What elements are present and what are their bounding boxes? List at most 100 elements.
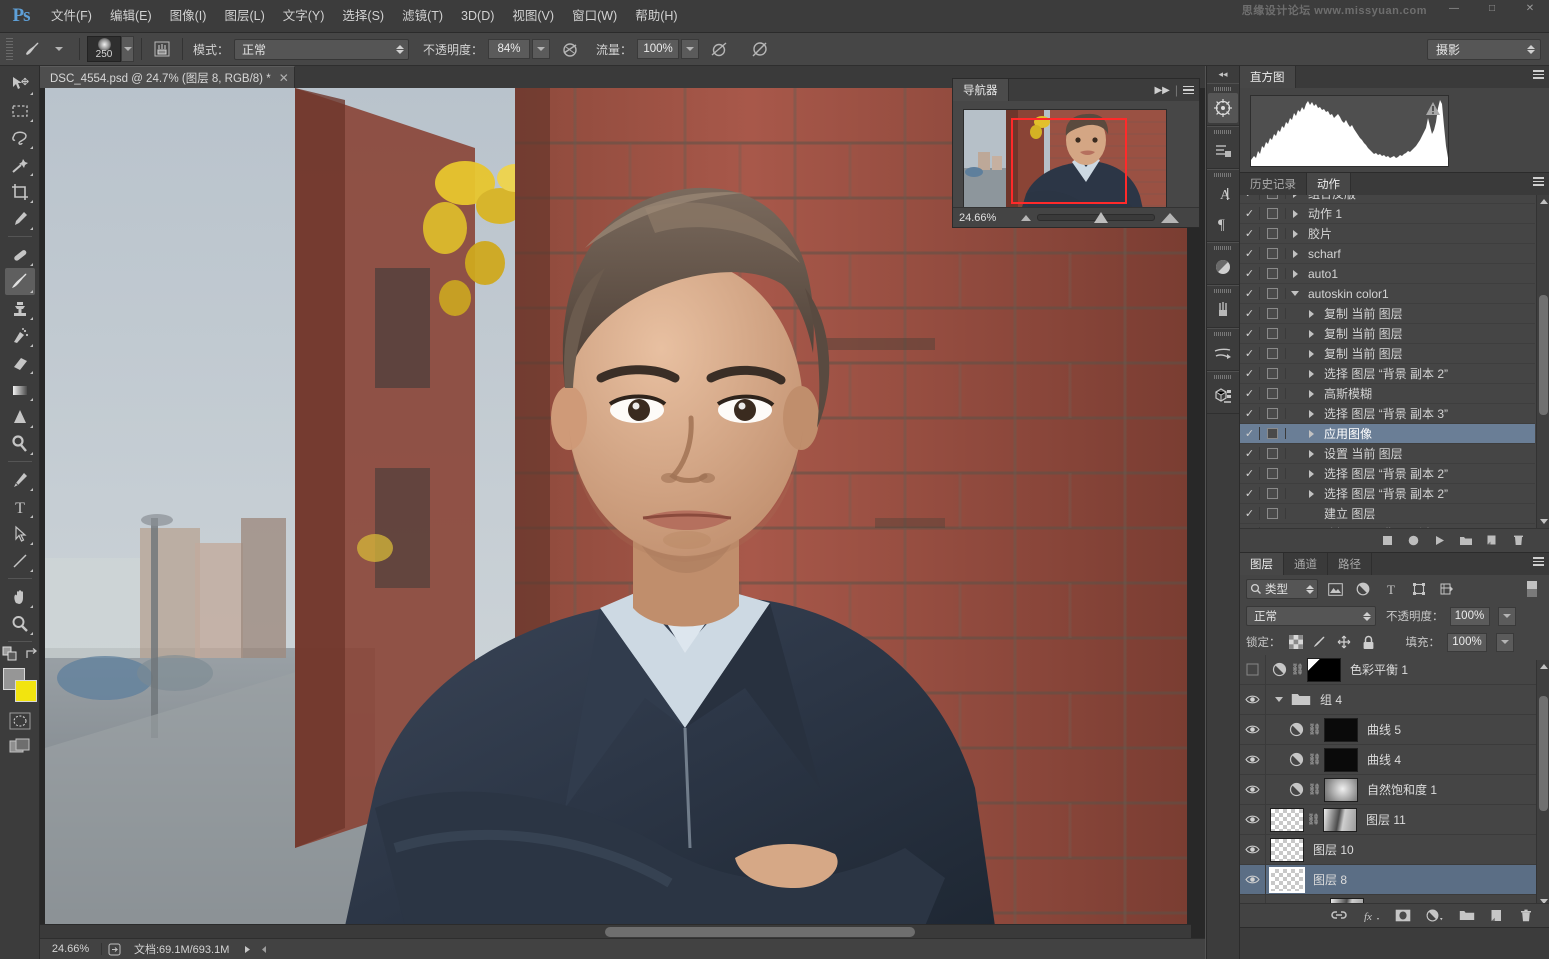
layer-fill-slider-toggle[interactable] [1496, 633, 1514, 652]
layer-mask-thumbnail[interactable] [1323, 808, 1357, 832]
collapse-icon[interactable]: ▶▶ [1154, 85, 1169, 96]
panel-menu-icon[interactable] [1183, 86, 1194, 95]
action-toggle-icon[interactable]: ✓ [1240, 447, 1260, 460]
layer-thumbnail[interactable] [1270, 838, 1304, 862]
scrollbar-thumb[interactable] [1539, 696, 1548, 811]
layer-blend-mode-select[interactable]: 正常 [1246, 606, 1376, 626]
stop-button[interactable] [1381, 534, 1394, 547]
menu-item-1[interactable]: 文件(F) [42, 0, 101, 33]
eye-icon[interactable] [1240, 865, 1266, 895]
blend-mode-select[interactable]: 正常 [234, 39, 409, 60]
layer-row[interactable]: 组 4 [1240, 685, 1536, 715]
maximize-button[interactable]: □ [1473, 0, 1511, 16]
action-dialog-toggle[interactable] [1260, 268, 1286, 279]
opacity-value[interactable]: 84% [488, 39, 530, 59]
action-row[interactable]: ✓选择 图层 “背景 副本 3” [1240, 404, 1535, 424]
chevron-right-icon[interactable] [1302, 390, 1320, 398]
zoom-in-icon[interactable] [1161, 213, 1179, 223]
tab-paths[interactable]: 路径 [1328, 553, 1372, 575]
options-bar-grip[interactable] [6, 38, 13, 60]
adjustments-icon[interactable] [1208, 252, 1238, 282]
action-row[interactable]: ✓选择 图层 “背景 副本 2” [1240, 464, 1535, 484]
minimize-button[interactable]: — [1435, 0, 1473, 16]
record-button[interactable] [1407, 534, 1420, 547]
close-button[interactable]: ✕ [1511, 0, 1549, 16]
pressure-size-icon[interactable] [747, 37, 771, 61]
layer-row[interactable]: ⛓色彩平衡 1 [1240, 655, 1536, 685]
action-toggle-icon[interactable]: ✓ [1240, 347, 1260, 360]
action-row[interactable]: ✓选择 图层 “背景 副本 2” [1240, 364, 1535, 384]
action-toggle-icon[interactable]: ✓ [1240, 195, 1260, 200]
lock-position-icon[interactable] [1336, 634, 1353, 651]
layers-list[interactable]: ⛓色彩平衡 1组 4⛓曲线 5⛓曲线 4⛓自然饱和度 1⛓图层 11图层 10图… [1240, 655, 1536, 910]
link-layers-button[interactable] [1331, 909, 1347, 922]
layer-row[interactable]: ⛓图层 11 [1240, 805, 1536, 835]
type-tool[interactable]: T [5, 493, 35, 520]
dodge-tool[interactable] [5, 430, 35, 457]
layer-thumbnail[interactable] [1270, 808, 1304, 832]
chevron-right-icon[interactable] [1302, 430, 1320, 438]
hand-tool[interactable] [5, 583, 35, 610]
action-row[interactable]: ✓胶片 [1240, 224, 1535, 244]
menu-item-2[interactable]: 编辑(E) [101, 0, 161, 33]
brush-tips-icon[interactable] [1208, 338, 1238, 368]
action-toggle-icon[interactable]: ✓ [1240, 427, 1260, 440]
action-row[interactable]: ✓autoskin color1 [1240, 284, 1535, 304]
action-row[interactable]: ✓组合反版 [1240, 195, 1535, 204]
action-row[interactable]: ✓动作 1 [1240, 204, 1535, 224]
action-dialog-toggle[interactable] [1260, 408, 1286, 419]
chevron-right-icon[interactable] [1302, 470, 1320, 478]
navigator-thumbnail[interactable] [963, 109, 1167, 213]
status-expand-icon[interactable] [243, 945, 252, 954]
tab-channels[interactable]: 通道 [1284, 553, 1328, 575]
action-dialog-toggle[interactable] [1260, 288, 1286, 299]
action-row[interactable]: ✓auto1 [1240, 264, 1535, 284]
swap-colors-icon[interactable] [24, 647, 38, 661]
panel-menu-icon[interactable] [1533, 70, 1544, 79]
menu-item-6[interactable]: 选择(S) [333, 0, 393, 33]
eye-icon[interactable] [1240, 835, 1266, 865]
action-dialog-toggle[interactable] [1260, 348, 1286, 359]
chevron-right-icon[interactable] [1302, 370, 1320, 378]
menu-item-11[interactable]: 帮助(H) [626, 0, 686, 33]
filter-enable-toggle[interactable] [1521, 579, 1543, 599]
character-icon[interactable]: A [1208, 179, 1238, 209]
expand-panels-icon[interactable]: ◂◂ [1207, 66, 1239, 83]
action-row[interactable]: ✓选择 图层 “背景 副本 3” [1240, 524, 1535, 528]
lock-transparency-icon[interactable] [1288, 634, 1305, 651]
action-toggle-icon[interactable]: ✓ [1240, 207, 1260, 220]
lock-all-icon[interactable] [1360, 634, 1377, 651]
action-toggle-icon[interactable]: ✓ [1240, 367, 1260, 380]
chevron-right-icon[interactable] [1286, 250, 1304, 258]
eye-icon[interactable] [1240, 745, 1266, 775]
tab-actions[interactable]: 动作 [1307, 173, 1351, 195]
adjustment-filter-icon[interactable] [1352, 579, 1374, 599]
healing-brush-tool[interactable] [5, 241, 35, 268]
action-dialog-toggle[interactable] [1260, 508, 1286, 519]
layer-mask-thumbnail[interactable] [1324, 748, 1358, 772]
brush-size-display[interactable]: 250 [87, 36, 121, 62]
play-button[interactable] [1433, 534, 1446, 547]
action-row[interactable]: ✓scharf [1240, 244, 1535, 264]
3d-icon[interactable] [1208, 381, 1238, 411]
action-row[interactable]: ✓应用图像 [1240, 424, 1535, 444]
action-dialog-toggle[interactable] [1260, 488, 1286, 499]
menu-item-3[interactable]: 图像(I) [161, 0, 216, 33]
default-colors-icon[interactable] [2, 646, 18, 662]
link-icon[interactable]: ⛓ [1308, 783, 1321, 796]
layers-scrollbar[interactable] [1536, 660, 1549, 908]
smart-object-filter-icon[interactable] [1436, 579, 1458, 599]
layer-mask-thumbnail[interactable] [1324, 778, 1358, 802]
action-dialog-toggle[interactable] [1260, 308, 1286, 319]
chevron-down-icon[interactable] [1286, 291, 1304, 296]
marquee-tool[interactable] [5, 97, 35, 124]
scroll-up-icon[interactable] [1540, 199, 1548, 204]
actions-scrollbar[interactable] [1536, 195, 1549, 528]
layer-row[interactable]: ⛓曲线 4 [1240, 745, 1536, 775]
eye-icon[interactable] [1240, 655, 1266, 685]
action-toggle-icon[interactable]: ✓ [1240, 387, 1260, 400]
action-row[interactable]: ✓选择 图层 “背景 副本 2” [1240, 484, 1535, 504]
eye-icon[interactable] [1240, 685, 1266, 715]
action-toggle-icon[interactable]: ✓ [1240, 247, 1260, 260]
action-row[interactable]: ✓复制 当前 图层 [1240, 304, 1535, 324]
